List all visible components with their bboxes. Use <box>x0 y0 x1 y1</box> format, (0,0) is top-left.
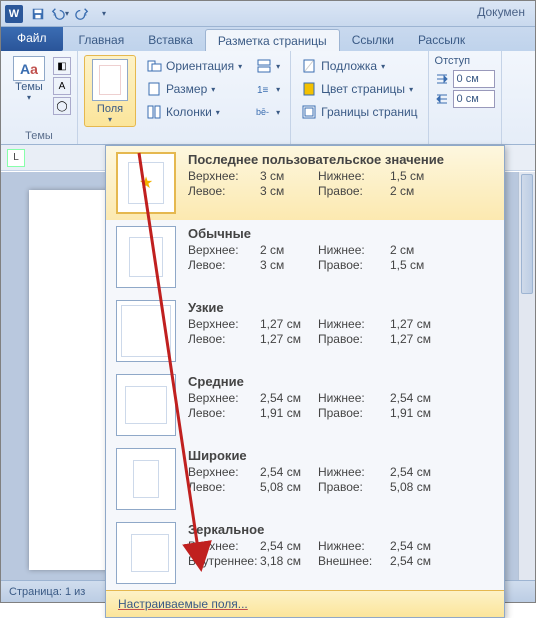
title-bar: W ▾ ▾ Докумен <box>1 1 535 27</box>
columns-button[interactable]: Колонки▾ <box>142 101 246 123</box>
theme-colors-button[interactable]: ◧ <box>53 57 71 75</box>
qat-undo-button[interactable]: ▾ <box>50 4 70 24</box>
group-themes: Aa Темы ▾ ◧ A ◯ Темы <box>1 51 78 144</box>
svg-text:bē-: bē- <box>256 107 269 117</box>
preset-name: Последнее пользовательское значение <box>188 152 494 167</box>
window-title: Докумен <box>477 5 525 19</box>
page-color-icon <box>301 81 317 97</box>
word-app-icon: W <box>5 5 23 23</box>
margins-icon <box>92 59 128 101</box>
columns-icon <box>146 104 162 120</box>
themes-icon: Aa <box>13 56 45 81</box>
watermark-button[interactable]: Подложка▾ <box>297 55 421 77</box>
group-page-setup: Поля ▾ Ориентация▾ Размер▾ Колонки▾ ▾ 1≡… <box>78 51 291 144</box>
qat-customize-button[interactable]: ▾ <box>94 4 114 24</box>
theme-fonts-button[interactable]: A <box>53 77 71 95</box>
preset-name: Узкие <box>188 300 494 315</box>
group-indent: Отступ 0 см 0 см <box>429 51 502 144</box>
margins-preset-narrow[interactable]: УзкиеВерхнее:1,27 смНижнее:1,27 смЛевое:… <box>106 294 504 368</box>
ribbon: Aa Темы ▾ ◧ A ◯ Темы Поля ▾ Ориентация▾ … <box>1 51 535 145</box>
chevron-down-icon: ▾ <box>102 9 106 18</box>
indent-right-input[interactable]: 0 см <box>453 90 495 108</box>
breaks-icon <box>256 58 272 74</box>
themes-button[interactable]: Aa Темы ▾ <box>7 55 51 103</box>
svg-text:1≡: 1≡ <box>257 85 269 96</box>
tab-mailings[interactable]: Рассылк <box>406 29 477 51</box>
preset-icon <box>116 374 176 436</box>
preset-icon: ★ <box>116 152 176 214</box>
vertical-scrollbar[interactable] <box>518 172 535 580</box>
hyphenation-icon: bē- <box>256 104 272 120</box>
tab-file[interactable]: Файл <box>1 27 63 51</box>
save-icon <box>31 7 45 21</box>
hyphenation-button[interactable]: bē-▾ <box>252 101 284 123</box>
scroll-thumb[interactable] <box>521 174 533 294</box>
tab-home[interactable]: Главная <box>67 29 137 51</box>
theme-effects-button[interactable]: ◯ <box>53 97 71 115</box>
qat-redo-button[interactable] <box>72 4 92 24</box>
size-icon <box>146 81 162 97</box>
margins-preset-normal[interactable]: ОбычныеВерхнее:2 смНижнее:2 смЛевое:3 см… <box>106 220 504 294</box>
group-page-background: Подложка▾ Цвет страницы▾ Границы страниц <box>291 51 428 144</box>
preset-name: Широкие <box>188 448 494 463</box>
margins-gallery: ★Последнее пользовательское значениеВерх… <box>105 145 505 618</box>
preset-icon <box>116 522 176 584</box>
qat-save-button[interactable] <box>28 4 48 24</box>
borders-icon <box>301 104 317 120</box>
custom-margins-item[interactable]: Настраиваемые поля... <box>106 590 504 617</box>
indent-left-input[interactable]: 0 см <box>453 70 495 88</box>
watermark-icon <box>301 58 317 74</box>
page-borders-button[interactable]: Границы страниц <box>297 101 421 123</box>
page-color-button[interactable]: Цвет страницы▾ <box>297 78 421 100</box>
preset-name: Обычные <box>188 226 494 241</box>
ribbon-tabs: Файл Главная Вставка Разметка страницы С… <box>1 27 535 51</box>
indent-left-icon <box>435 72 449 86</box>
tab-insert[interactable]: Вставка <box>136 29 205 51</box>
undo-icon <box>51 7 65 21</box>
preset-icon <box>116 300 176 362</box>
indent-right-icon <box>435 92 449 106</box>
themes-button-label: Темы <box>15 81 43 93</box>
preset-icon <box>116 226 176 288</box>
chevron-down-icon: ▾ <box>108 115 112 124</box>
chevron-down-icon: ▾ <box>27 93 31 102</box>
margins-preset-last[interactable]: ★Последнее пользовательское значениеВерх… <box>106 146 504 220</box>
orientation-icon <box>146 58 162 74</box>
tab-selector[interactable]: L <box>7 149 25 167</box>
page-status: Страница: 1 из <box>9 586 85 598</box>
tab-page-layout[interactable]: Разметка страницы <box>205 29 340 51</box>
redo-icon <box>75 7 89 21</box>
line-numbers-icon: 1≡ <box>256 81 272 97</box>
margins-preset-moderate[interactable]: СредниеВерхнее:2,54 смНижнее:2,54 смЛево… <box>106 368 504 442</box>
tab-references[interactable]: Ссылки <box>340 29 406 51</box>
indent-right-row: 0 см <box>435 89 495 109</box>
star-icon: ★ <box>139 173 153 193</box>
preset-name: Средние <box>188 374 494 389</box>
group-label-themes: Темы <box>7 130 71 142</box>
margins-button-label: Поля <box>97 103 123 115</box>
size-button[interactable]: Размер▾ <box>142 78 246 100</box>
margins-button[interactable]: Поля ▾ <box>84 55 136 127</box>
breaks-button[interactable]: ▾ <box>252 55 284 77</box>
preset-icon <box>116 448 176 510</box>
margins-preset-wide[interactable]: ШирокиеВерхнее:2,54 смНижнее:2,54 смЛево… <box>106 442 504 516</box>
preset-name: Зеркальное <box>188 522 494 537</box>
indent-group-label: Отступ <box>435 55 495 67</box>
margins-preset-mirror[interactable]: ЗеркальноеВерхнее:2,54 смНижнее:2,54 смВ… <box>106 516 504 590</box>
indent-left-row: 0 см <box>435 69 495 89</box>
orientation-button[interactable]: Ориентация▾ <box>142 55 246 77</box>
line-numbers-button[interactable]: 1≡▾ <box>252 78 284 100</box>
